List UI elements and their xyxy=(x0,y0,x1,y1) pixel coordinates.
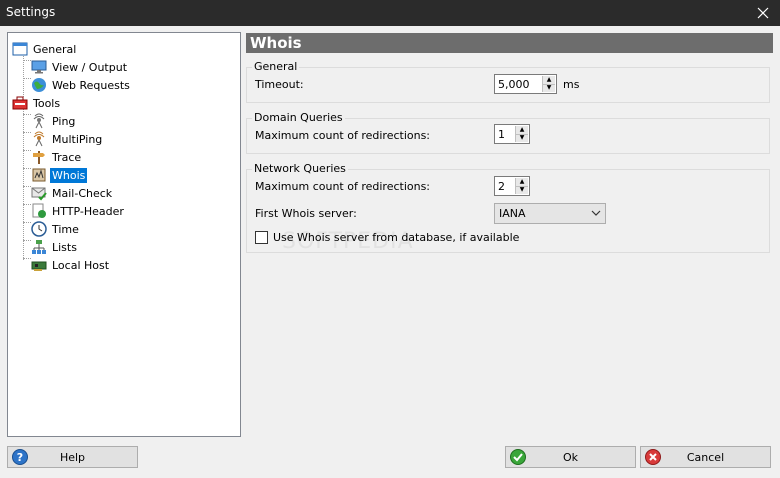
page-title: Whois xyxy=(246,33,773,53)
tree-item-label: Whois xyxy=(50,167,88,183)
network-max-stepper[interactable]: ▲ ▼ xyxy=(494,176,530,196)
group-title-network: Network Queries xyxy=(252,162,348,175)
domain-max-label: Maximum count of redirections: xyxy=(255,129,431,142)
help-label: Help xyxy=(59,450,86,464)
tree-item-time[interactable]: Time xyxy=(31,220,81,238)
use-db-label: Use Whois server from database, if avail… xyxy=(273,231,520,244)
spin-up-icon[interactable]: ▲ xyxy=(516,126,528,135)
spin-down-icon[interactable]: ▼ xyxy=(516,134,528,142)
group-title-domain: Domain Queries xyxy=(252,111,345,124)
spin-up-icon[interactable]: ▲ xyxy=(516,178,528,187)
settings-tree[interactable]: General View / Output Web Requests Tools… xyxy=(7,32,241,437)
spin-down-icon[interactable]: ▼ xyxy=(543,84,555,92)
whois-server-value: IANA xyxy=(499,207,526,220)
spin-up-icon[interactable]: ▲ xyxy=(543,76,555,85)
check-icon xyxy=(510,449,526,465)
ok-label: Ok xyxy=(562,450,579,464)
network-card-icon xyxy=(31,257,47,273)
dialog-client: General View / Output Web Requests Tools… xyxy=(0,26,780,478)
tree-item-lists[interactable]: Lists xyxy=(31,238,79,256)
tree-item-mail-check[interactable]: Mail-Check xyxy=(31,184,114,202)
close-icon[interactable] xyxy=(746,0,780,26)
tree-item-whois[interactable]: Whois xyxy=(31,166,88,184)
tree-item-label: Lists xyxy=(52,240,77,254)
globe-icon xyxy=(31,77,47,93)
clock-icon xyxy=(31,221,47,237)
network-max-label: Maximum count of redirections: xyxy=(255,180,431,193)
tree-item-label: HTTP-Header xyxy=(52,204,124,218)
tree-item-trace[interactable]: Trace xyxy=(31,148,83,166)
tree-item-label: Web Requests xyxy=(52,78,130,92)
help-button[interactable]: ? Help xyxy=(7,446,138,468)
tree-item-local-host[interactable]: Local Host xyxy=(31,256,111,274)
signpost-icon xyxy=(31,149,47,165)
cancel-label: Cancel xyxy=(686,450,725,464)
use-db-checkbox[interactable] xyxy=(255,231,268,244)
whois-server-label: First Whois server: xyxy=(255,207,357,220)
window-icon xyxy=(12,41,28,57)
tree-item-http-header[interactable]: HTTP-Header xyxy=(31,202,126,220)
group-title-general: General xyxy=(252,60,300,73)
ok-button[interactable]: Ok xyxy=(505,446,636,468)
toolbox-icon xyxy=(12,95,28,111)
cancel-button[interactable]: Cancel xyxy=(640,446,771,468)
tree-item-label: MultiPing xyxy=(52,132,103,146)
timeout-stepper[interactable]: ▲ ▼ xyxy=(494,74,557,94)
tree-item-label: Tools xyxy=(33,96,61,110)
timeout-unit: ms xyxy=(563,78,580,91)
title-bar: Settings xyxy=(0,0,780,26)
domain-max-stepper[interactable]: ▲ ▼ xyxy=(494,124,530,144)
tree-item-general[interactable]: General xyxy=(12,40,78,58)
tree-item-label: General xyxy=(33,42,77,56)
tree-item-label: Time xyxy=(52,222,79,236)
whois-server-select[interactable]: IANA xyxy=(494,203,606,224)
book-icon xyxy=(31,167,47,183)
tree-item-multiping[interactable]: MultiPing xyxy=(31,130,104,148)
tree-item-tools[interactable]: Tools xyxy=(12,94,62,112)
tree-item-label: Local Host xyxy=(52,258,110,272)
svg-text:?: ? xyxy=(17,451,23,464)
tree-item-label: Trace xyxy=(52,150,82,164)
monitor-icon xyxy=(31,59,47,75)
cancel-icon xyxy=(645,449,661,465)
document-globe-icon xyxy=(31,203,47,219)
tree-item-label: Mail-Check xyxy=(52,186,113,200)
tree-item-web-requests[interactable]: Web Requests xyxy=(31,76,132,94)
signal-icon xyxy=(31,113,47,129)
spin-down-icon[interactable]: ▼ xyxy=(516,186,528,194)
tree-item-label: View / Output xyxy=(52,60,128,74)
tree-item-label: Ping xyxy=(52,114,76,128)
envelope-check-icon xyxy=(31,185,47,201)
window-title: Settings xyxy=(6,5,56,19)
multi-signal-icon xyxy=(31,131,47,147)
timeout-label: Timeout: xyxy=(255,78,304,91)
chevron-down-icon xyxy=(591,204,601,229)
network-list-icon xyxy=(31,239,47,255)
tree-item-ping[interactable]: Ping xyxy=(31,112,77,130)
help-icon: ? xyxy=(12,449,28,465)
tree-item-view-output[interactable]: View / Output xyxy=(31,58,129,76)
